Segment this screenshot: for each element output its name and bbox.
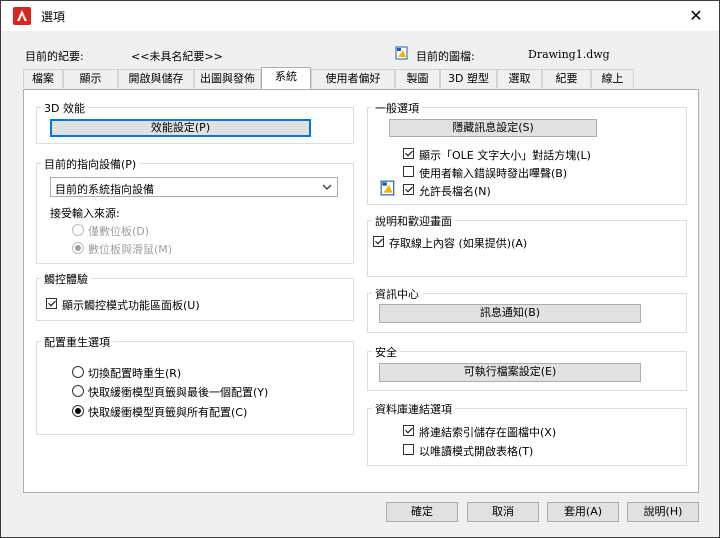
group-3d-performance: 3D 效能 效能設定(P) xyxy=(36,100,354,144)
system-tab-panel: 3D 效能 效能設定(P) 目前的指向設備(P) 目前的系統指向設備 接受輸入來… xyxy=(23,89,699,493)
radio-label: 快取緩衝模型頁籤與所有配置(C) xyxy=(88,406,248,419)
pointing-device-value: 目前的系統指向設備 xyxy=(55,183,154,196)
radio-circle xyxy=(72,242,84,254)
show-ole-text-size-checkbox[interactable]: 顯示「OLE 文字大小」對話方塊(L) xyxy=(403,147,663,162)
cache-model-and-last-layout-radio[interactable]: 快取緩衝模型頁籤與最後一個配置(Y) xyxy=(72,384,332,399)
pointing-device-select[interactable]: 目前的系統指向設備 xyxy=(50,177,338,197)
radio-circle xyxy=(72,224,84,236)
group-general-options: 一般選項 隱藏訊息設定(S) 顯示「OLE 文字大小」對話方塊(L) 使用者輸入… xyxy=(367,100,687,205)
help-button[interactable]: 說明(H) xyxy=(627,502,699,522)
checkbox-label: 將連結索引儲存在圖檔中(X) xyxy=(419,426,557,439)
tab-open-save[interactable]: 開啟與儲存 xyxy=(118,69,194,88)
checkbox-box xyxy=(403,425,414,436)
tab-files[interactable]: 檔案 xyxy=(23,69,63,88)
group-help-welcome: 說明和歡迎畫面 存取線上內容 (如果提供)(A) xyxy=(367,213,687,277)
tab-user-preferences[interactable]: 使用者偏好 xyxy=(311,69,395,88)
cancel-button[interactable]: 取消 xyxy=(467,502,539,522)
tab-3d-modeling[interactable]: 3D 塑型 xyxy=(440,69,497,88)
radio-label: 切換配置時重生(R) xyxy=(88,367,182,380)
checkbox-box xyxy=(403,166,414,177)
allow-long-filenames-checkbox[interactable]: 允許長檔名(N) xyxy=(403,183,663,198)
group-security: 安全 可執行檔案設定(E) xyxy=(367,344,687,391)
radio-label: 快取緩衝模型頁籤與最後一個配置(Y) xyxy=(88,386,269,399)
accept-input-label: 接受輸入來源: xyxy=(50,207,120,220)
group-touch-experience: 觸控體驗 顯示觸控模式功能區面板(U) xyxy=(36,271,354,321)
checkbox-box xyxy=(403,148,414,159)
title-bar: 選項 ✕ xyxy=(1,1,719,31)
radio-label: 數位板與滑鼠(M) xyxy=(88,243,173,256)
tab-system[interactable]: 系統 xyxy=(261,67,311,89)
checkbox-label: 允許長檔名(N) xyxy=(419,185,491,198)
tab-profiles[interactable]: 紀要 xyxy=(542,69,591,88)
cache-model-and-all-layouts-radio[interactable]: 快取緩衝模型頁籤與所有配置(C) xyxy=(72,404,332,419)
radio-label: 僅數位板(D) xyxy=(88,225,150,238)
tab-selection[interactable]: 選取 xyxy=(497,69,542,88)
checkbox-label: 使用者輸入錯誤時發出嗶聲(B) xyxy=(419,167,568,180)
group-layout-regen: 配置重生選項 切換配置時重生(R) 快取緩衝模型頁籤與最後一個配置(Y) 快取緩… xyxy=(36,334,354,435)
group-title: 配置重生選項 xyxy=(41,334,113,350)
store-links-index-checkbox[interactable]: 將連結索引儲存在圖檔中(X) xyxy=(403,424,663,439)
checkbox-box xyxy=(46,298,57,309)
group-pointing-device: 目前的指向設備(P) 目前的系統指向設備 接受輸入來源: 僅數位板(D) 數位板… xyxy=(36,156,354,264)
checkbox-label: 以唯讀模式開啟表格(T) xyxy=(419,445,534,458)
autocad-logo-icon xyxy=(13,7,31,25)
checkbox-label: 顯示觸控模式功能區面板(U) xyxy=(62,299,200,312)
checkbox-box xyxy=(403,444,414,455)
open-tables-readonly-checkbox[interactable]: 以唯讀模式開啟表格(T) xyxy=(403,443,663,458)
checkbox-box xyxy=(373,236,384,247)
options-dialog: 選項 ✕ 目前的紀要: <<未具名紀要>> 目前的圖檔: Drawing1.dw… xyxy=(0,0,720,538)
group-title: 觸控體驗 xyxy=(41,271,91,287)
tab-plot-publish[interactable]: 出圖與發佈 xyxy=(194,69,261,88)
radio-circle xyxy=(72,385,84,397)
radio-circle xyxy=(72,366,84,378)
group-title: 資料庫連結選項 xyxy=(372,401,455,417)
group-title: 資訊中心 xyxy=(372,286,422,302)
access-online-content-checkbox[interactable]: 存取線上內容 (如果提供)(A) xyxy=(373,235,653,250)
group-title: 目前的指向設備(P) xyxy=(41,156,140,172)
hidden-messages-settings-button[interactable]: 隱藏訊息設定(S) xyxy=(389,119,597,137)
tab-display[interactable]: 顯示 xyxy=(63,69,118,88)
performance-settings-button[interactable]: 效能設定(P) xyxy=(50,119,311,137)
ok-button[interactable]: 確定 xyxy=(386,502,458,522)
balloon-notifications-button[interactable]: 訊息通知(B) xyxy=(379,304,641,323)
group-title: 安全 xyxy=(372,344,400,360)
beep-on-error-checkbox[interactable]: 使用者輸入錯誤時發出嗶聲(B) xyxy=(403,165,663,180)
radio-circle xyxy=(72,405,84,417)
apply-button[interactable]: 套用(A) xyxy=(547,502,619,522)
group-dbconnect-options: 資料庫連結選項 將連結索引儲存在圖檔中(X) 以唯讀模式開啟表格(T) xyxy=(367,401,687,466)
current-profile-label: 目前的紀要: xyxy=(25,50,84,63)
tab-drafting[interactable]: 製圖 xyxy=(395,69,440,88)
close-button[interactable]: ✕ xyxy=(679,3,713,29)
drawing-file-icon xyxy=(380,180,395,196)
tab-online[interactable]: 線上 xyxy=(591,69,634,88)
digitizer-and-mouse-radio[interactable]: 數位板與滑鼠(M) xyxy=(72,241,272,256)
group-infocenter: 資訊中心 訊息通知(B) xyxy=(367,286,687,333)
group-title: 3D 效能 xyxy=(41,100,88,116)
current-drawing-label: 目前的圖檔: xyxy=(416,50,475,63)
drawing-file-icon xyxy=(395,46,408,60)
digitizer-only-radio[interactable]: 僅數位板(D) xyxy=(72,223,272,238)
group-title: 說明和歡迎畫面 xyxy=(372,213,455,229)
regen-when-switching-radio[interactable]: 切換配置時重生(R) xyxy=(72,365,332,380)
touch-mode-ribbon-checkbox[interactable]: 顯示觸控模式功能區面板(U) xyxy=(46,297,336,312)
group-title: 一般選項 xyxy=(372,100,422,116)
window-title: 選項 xyxy=(41,10,66,24)
current-profile-value: <<未具名紀要>> xyxy=(131,50,223,63)
checkbox-label: 存取線上內容 (如果提供)(A) xyxy=(389,237,528,250)
chevron-down-icon xyxy=(322,184,332,190)
executable-file-settings-button[interactable]: 可執行檔案設定(E) xyxy=(379,363,641,382)
checkbox-box xyxy=(403,184,414,195)
current-drawing-value: Drawing1.dwg xyxy=(528,48,610,61)
checkbox-label: 顯示「OLE 文字大小」對話方塊(L) xyxy=(419,149,591,162)
